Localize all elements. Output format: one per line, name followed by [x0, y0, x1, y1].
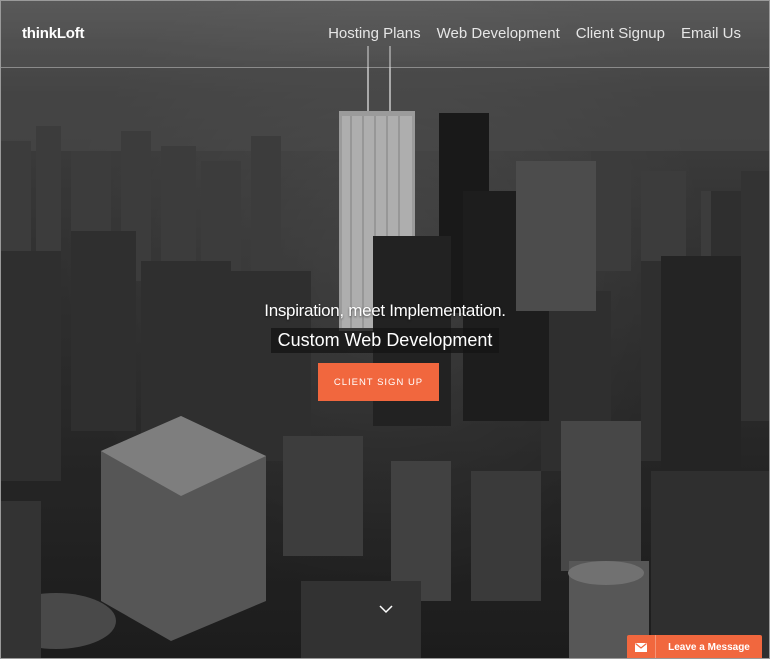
leave-message-widget[interactable]: Leave a Message	[627, 635, 762, 658]
client-signup-button[interactable]: CLIENT SIGN UP	[318, 363, 439, 401]
scroll-down-icon[interactable]	[376, 601, 396, 617]
leave-message-label: Leave a Message	[668, 641, 750, 653]
nav-web-development[interactable]: Web Development	[437, 25, 560, 42]
nav-hosting-plans[interactable]: Hosting Plans	[328, 25, 421, 42]
brand-logo[interactable]: thinkLoft	[22, 25, 85, 42]
page-frame: thinkLoft Hosting Plans Web Development …	[0, 0, 770, 659]
hero-title-wrap: Custom Web Development	[1, 328, 769, 353]
main-nav: Hosting Plans Web Development Client Sig…	[328, 25, 741, 42]
nav-email-us[interactable]: Email Us	[681, 25, 741, 42]
top-navbar: thinkLoft Hosting Plans Web Development …	[1, 1, 769, 68]
hero-tagline: Inspiration, meet Implementation.	[264, 301, 506, 320]
envelope-icon	[627, 635, 656, 658]
nav-client-signup[interactable]: Client Signup	[576, 25, 665, 42]
hero-title: Custom Web Development	[270, 328, 500, 353]
